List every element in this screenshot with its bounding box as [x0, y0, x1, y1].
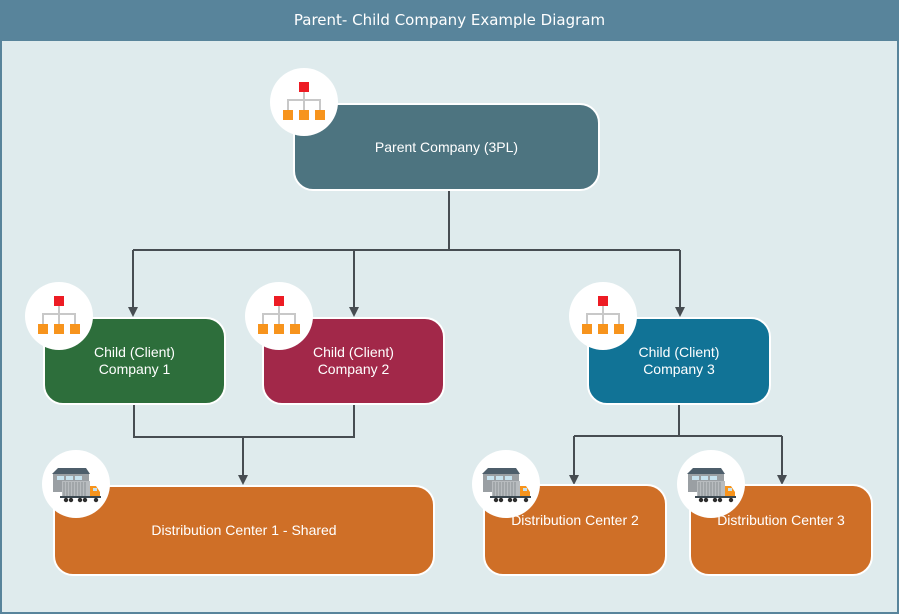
- node-label: Distribution Center 3: [717, 511, 845, 528]
- node-label: Distribution Center 2: [511, 511, 639, 528]
- node-parent-company[interactable]: Parent Company (3PL): [293, 103, 600, 191]
- node-label: Distribution Center 1 - Shared: [151, 522, 337, 538]
- node-label-line1: Child (Client): [638, 344, 720, 360]
- org-chart-icon: [25, 282, 93, 350]
- warehouse-truck-icon: [42, 450, 110, 518]
- org-chart-icon: [270, 68, 338, 136]
- node-label-line1: Child (Client): [313, 344, 394, 360]
- warehouse-truck-icon: [677, 450, 745, 518]
- edge-child1-dc1: [133, 405, 355, 438]
- node-label-line2: Company 3: [643, 361, 715, 377]
- warehouse-truck-icon: [472, 450, 540, 518]
- node-label-line2: Company 2: [317, 361, 390, 377]
- node-label: Parent Company (3PL): [374, 138, 519, 155]
- node-distribution-center-1[interactable]: Distribution Center 1 - Shared: [53, 485, 435, 576]
- org-chart-icon: [245, 282, 313, 350]
- node-label-line1: Child (Client): [94, 344, 175, 360]
- org-chart-icon: [569, 282, 637, 350]
- node-label-line2: Company 1: [98, 361, 171, 377]
